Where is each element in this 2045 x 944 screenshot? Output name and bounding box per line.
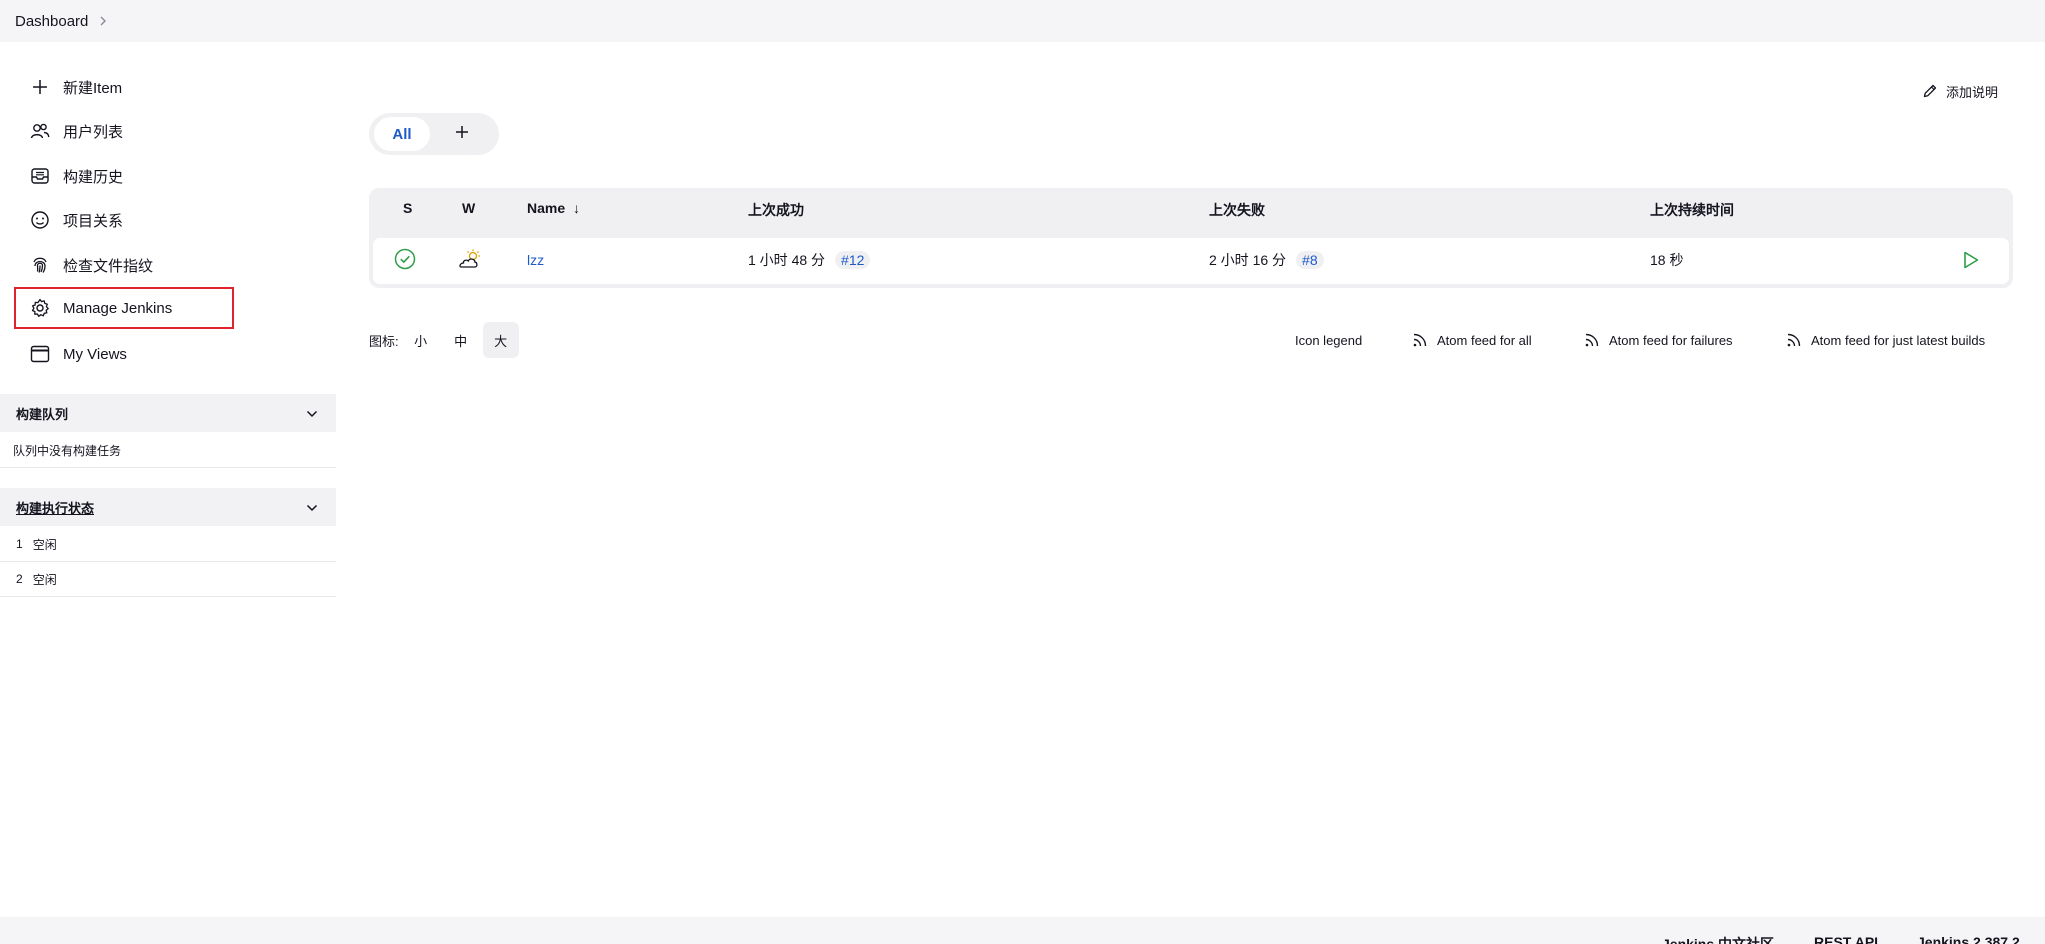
footer-version[interactable]: Jenkins 2.387.2 xyxy=(1917,934,2020,944)
icon-size-selector: 图标: 小 中 大 xyxy=(369,322,519,358)
page-footer: Jenkins 中文社区 REST API Jenkins 2.387.2 xyxy=(0,917,2045,944)
table-row xyxy=(373,238,2009,284)
build-play-icon[interactable] xyxy=(1962,250,1980,270)
column-last-success[interactable]: 上次成功 xyxy=(748,200,804,220)
plus-icon xyxy=(454,124,470,145)
sidebar-item-label: 构建历史 xyxy=(63,168,124,186)
executor-number: 2 xyxy=(16,572,23,586)
pencil-icon xyxy=(1922,83,1938,99)
last-success-cell: 1 小时 48 分 #12 xyxy=(748,250,871,270)
icon-size-small[interactable]: 小 xyxy=(403,322,439,358)
icon-size-medium[interactable]: 中 xyxy=(443,322,479,358)
executor-row: 1 空闲 xyxy=(0,527,336,562)
new-view-button[interactable] xyxy=(434,117,490,151)
sidebar-item-my-views[interactable]: My Views xyxy=(16,334,232,374)
view-tabs: All xyxy=(369,113,499,155)
build-queue-empty-text: 队列中没有构建任务 xyxy=(13,443,122,458)
breadcrumb-dashboard[interactable]: Dashboard xyxy=(15,13,88,30)
build-queue-title: 构建队列 xyxy=(16,406,69,422)
executor-row: 2 空闲 xyxy=(0,562,336,597)
atom-feed-latest-label: Atom feed for just latest builds xyxy=(1811,332,1986,348)
weather-cloudy-sun-icon xyxy=(456,249,482,269)
sidebar-item-label: Manage Jenkins xyxy=(63,299,173,317)
column-name-label: Name xyxy=(527,200,566,216)
sidebar-item-label: 用户列表 xyxy=(63,123,124,141)
column-weather[interactable]: W xyxy=(462,200,475,216)
executor-status: 空闲 xyxy=(32,572,57,587)
build-queue-header[interactable]: 构建队列 xyxy=(0,394,336,432)
sidebar-item-manage-jenkins[interactable]: Manage Jenkins xyxy=(14,287,234,329)
last-duration-cell: 18 秒 xyxy=(1650,252,1684,268)
window-icon xyxy=(30,344,50,364)
atom-feed-failures-label: Atom feed for failures xyxy=(1609,332,1733,348)
sidebar-item-build-history[interactable]: 构建历史 xyxy=(16,156,232,196)
chevron-down-icon[interactable] xyxy=(306,406,318,421)
sidebar-item-new-item[interactable]: 新建Item xyxy=(16,67,232,107)
plus-icon xyxy=(30,77,50,97)
sidebar-item-label: 检查文件指纹 xyxy=(63,257,154,275)
sidebar-item-project-relationship[interactable]: 项目关系 xyxy=(16,200,232,240)
executor-number: 1 xyxy=(16,537,23,551)
rss-icon xyxy=(1786,332,1802,348)
sidebar-item-label: 新建Item xyxy=(63,79,123,97)
add-description-link[interactable]: 添加说明 xyxy=(1922,80,1998,102)
icon-legend-label: Icon legend xyxy=(1295,332,1363,348)
column-last-failure[interactable]: 上次失败 xyxy=(1209,200,1265,220)
last-success-time: 1 小时 48 分 xyxy=(748,252,826,268)
sidebar-item-label: My Views xyxy=(63,345,127,363)
smiley-icon xyxy=(30,210,50,230)
chevron-right-icon[interactable] xyxy=(98,15,108,27)
icon-size-large[interactable]: 大 xyxy=(482,322,519,358)
footer-community-link[interactable]: Jenkins 中文社区 xyxy=(1662,934,1774,944)
job-link-lzz[interactable]: lzz xyxy=(527,252,544,268)
sidebar-item-people[interactable]: 用户列表 xyxy=(16,111,232,151)
atom-feed-all-link[interactable]: Atom feed for all xyxy=(1412,330,1532,350)
build-queue-empty: 队列中没有构建任务 xyxy=(0,433,336,468)
people-icon xyxy=(30,121,50,141)
atom-feed-failures-link[interactable]: Atom feed for failures xyxy=(1584,330,1733,350)
gear-icon xyxy=(30,298,50,318)
sort-arrow-icon: ↓ xyxy=(573,200,581,216)
success-build-link[interactable]: #12 xyxy=(835,251,871,269)
inbox-icon xyxy=(30,166,50,186)
sidebar-item-label: 项目关系 xyxy=(63,212,124,230)
failure-build-link[interactable]: #8 xyxy=(1296,251,1324,269)
sidebar-item-fingerprint[interactable]: 检查文件指纹 xyxy=(16,245,232,285)
rss-icon xyxy=(1412,332,1428,348)
add-description-label: 添加说明 xyxy=(1946,84,1999,100)
chevron-down-icon[interactable] xyxy=(306,500,318,515)
executors-header[interactable]: 构建执行状态 xyxy=(0,488,336,526)
fingerprint-icon xyxy=(30,255,50,275)
last-failure-time: 2 小时 16 分 xyxy=(1209,252,1287,268)
icon-legend-link[interactable]: Icon legend xyxy=(1295,330,1362,350)
column-status[interactable]: S xyxy=(403,200,412,216)
breadcrumb: Dashboard xyxy=(0,0,2045,42)
executors-title[interactable]: 构建执行状态 xyxy=(16,498,94,517)
success-status-icon xyxy=(394,248,416,270)
tab-all[interactable]: All xyxy=(374,117,430,151)
rss-icon xyxy=(1584,332,1600,348)
executor-status: 空闲 xyxy=(32,537,57,552)
last-failure-cell: 2 小时 16 分 #8 xyxy=(1209,250,1324,270)
column-last-duration[interactable]: 上次持续时间 xyxy=(1650,200,1734,220)
atom-feed-latest-link[interactable]: Atom feed for just latest builds xyxy=(1786,330,1985,350)
column-name[interactable]: Name ↓ xyxy=(527,200,580,216)
footer-rest-api-link[interactable]: REST API xyxy=(1814,934,1878,944)
icon-size-label: 图标: xyxy=(369,333,399,349)
atom-feed-all-label: Atom feed for all xyxy=(1437,332,1532,348)
